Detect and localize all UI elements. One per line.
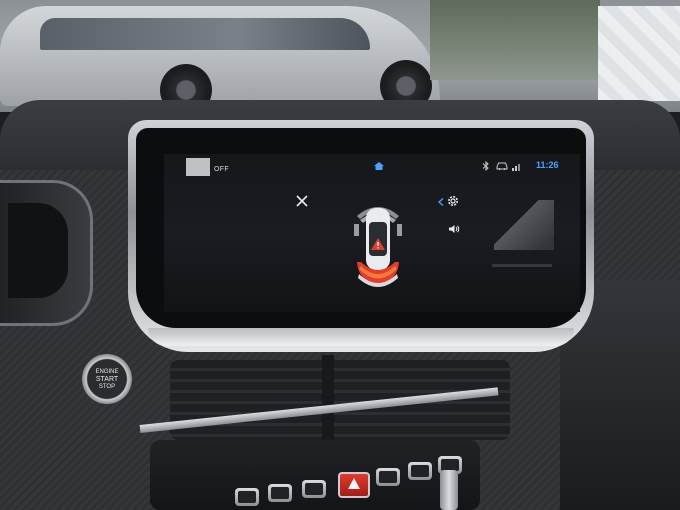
parked-car: [0, 6, 440, 116]
infotainment-screen[interactable]: OFF 11:26: [164, 154, 580, 312]
console-handle: [440, 470, 458, 510]
infotainment-frame: OFF 11:26: [136, 128, 586, 328]
bluetooth-icon: [482, 161, 489, 171]
gear-icon[interactable]: [446, 194, 460, 208]
chevron-left-icon[interactable]: [438, 198, 444, 206]
trees: [430, 0, 600, 80]
chrome-trim: [148, 328, 574, 346]
media-off-label: OFF: [214, 166, 229, 173]
vent-divider: [322, 355, 334, 445]
start-button-line2: START: [95, 376, 119, 383]
left-air-vent-opening: [8, 203, 68, 298]
hazard-triangle-icon: [348, 478, 360, 489]
console-button-3[interactable]: [302, 480, 326, 498]
console-button-4[interactable]: [376, 468, 400, 486]
parking-sensor-display: [354, 207, 402, 287]
signal-icon: [512, 164, 520, 171]
status-bar: OFF 11:26: [164, 154, 580, 176]
volume-icon[interactable]: [448, 224, 460, 234]
clock: 11:26: [536, 160, 559, 170]
background-reflection: [494, 200, 554, 250]
center-air-vent: [170, 360, 510, 440]
windshield: [0, 0, 680, 116]
media-thumbnail[interactable]: [186, 158, 210, 176]
engine-start-stop-button[interactable]: ENGINE START STOP: [82, 354, 132, 404]
parked-car-window: [40, 18, 370, 50]
white-wall-panel: [598, 6, 680, 101]
background-reflection-line: [492, 264, 552, 267]
car-icon: [496, 162, 508, 170]
console-button-2[interactable]: [268, 484, 292, 502]
start-button-line1: ENGINE: [95, 369, 119, 375]
infotainment-bezel: OFF 11:26: [128, 120, 594, 352]
car-interior-scene: OFF 11:26 ENGINE START STOP: [0, 0, 680, 510]
left-air-vent: [0, 180, 93, 326]
console-button-5[interactable]: [408, 462, 432, 480]
console-button-1[interactable]: [235, 488, 259, 506]
close-icon[interactable]: [295, 194, 309, 208]
hazard-button[interactable]: [338, 472, 370, 498]
home-icon[interactable]: [374, 162, 384, 170]
start-button-line3: STOP: [98, 384, 116, 390]
